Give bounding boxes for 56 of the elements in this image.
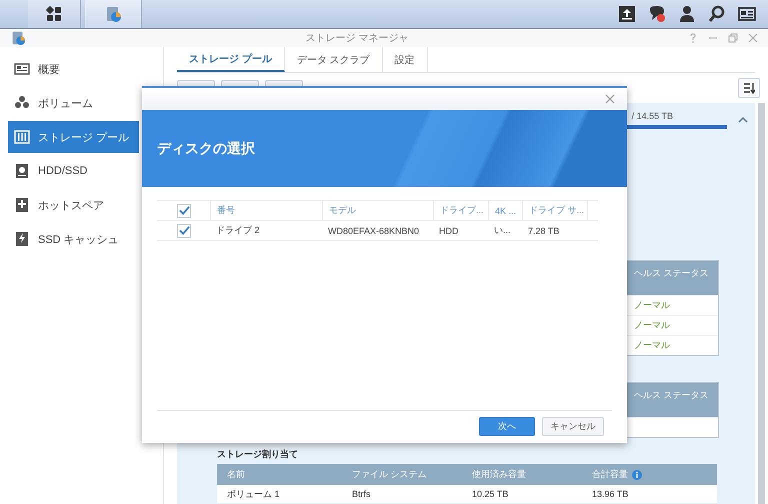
chevron-up-icon[interactable]: [737, 115, 749, 125]
sidebar-item[interactable]: ストレージ プール: [8, 121, 139, 153]
chat-icon[interactable]: [648, 5, 666, 23]
table-cell-text: WD80EFAX-68KNBN0: [327, 226, 420, 236]
health-status: ノーマル: [634, 319, 671, 332]
checkbox[interactable]: [177, 224, 191, 238]
table-cell-text: HDD: [438, 226, 460, 236]
health-status: ノーマル: [634, 339, 671, 352]
window-title: ストレージ マネージャ: [306, 33, 408, 44]
sidebar-item[interactable]: 概要: [8, 53, 139, 85]
column-header: ヘルス ステータス: [634, 389, 710, 402]
apps-grid-icon: [45, 5, 63, 23]
app-icon: [10, 30, 26, 46]
dialog-title: ディスクの選択: [156, 140, 255, 158]
storage-app-icon: [104, 5, 122, 23]
sort-icon: [743, 82, 755, 94]
scrollbar[interactable]: [758, 103, 765, 504]
table-cell-text: ドライブ 2: [215, 224, 261, 237]
table-cell-text: ボリューム 1: [226, 488, 281, 500]
search-icon[interactable]: [708, 5, 726, 23]
table-cell-text: 13.96 TB: [591, 489, 630, 499]
cluster-icon: [14, 95, 30, 111]
checkbox[interactable]: [177, 204, 191, 218]
sidebar-item[interactable]: SSD キャッシュ: [8, 223, 139, 255]
section-title: ストレージ割り当て: [217, 448, 299, 461]
table-cell-text: い...: [493, 224, 512, 237]
column-header: 使用済み容量: [471, 468, 527, 481]
sidebar-item[interactable]: ホットスペア: [8, 189, 139, 221]
close-icon[interactable]: [605, 94, 615, 104]
help-icon[interactable]: [688, 33, 698, 43]
cancel-button[interactable]: キャンセル: [542, 417, 604, 436]
overview-icon: [14, 61, 30, 77]
storage-pool-icon: [14, 129, 30, 145]
health-status: ノーマル: [634, 299, 671, 312]
column-header: 名前: [226, 468, 246, 481]
user-icon[interactable]: [678, 5, 696, 23]
column-header: ヘルス ステータス: [634, 267, 710, 280]
capacity-text: / 14.55 TB: [632, 111, 673, 121]
tab[interactable]: 設定: [382, 47, 428, 72]
table-cell-text: Btrfs: [351, 489, 372, 499]
restore-icon[interactable]: [728, 33, 738, 43]
sidebar-item[interactable]: ボリューム: [8, 87, 139, 119]
next-button[interactable]: 次へ: [479, 417, 535, 436]
sort-button[interactable]: [738, 78, 760, 98]
card-icon[interactable]: [738, 5, 756, 23]
table-cell-text: 7.28 TB: [527, 226, 560, 236]
upload-icon[interactable]: [618, 5, 636, 23]
column-header: ファイル システム: [351, 468, 428, 481]
info-icon[interactable]: [632, 470, 642, 480]
sidebar-item[interactable]: HDD/SSD: [8, 155, 139, 187]
main-menu-button[interactable]: [28, 0, 81, 28]
table-cell-text: 10.25 TB: [471, 489, 510, 499]
tab[interactable]: データ スクラブ: [284, 47, 383, 72]
column-header: 合計容量: [582, 468, 717, 481]
tab[interactable]: ストレージ プール: [177, 47, 285, 72]
close-icon[interactable]: [748, 33, 758, 43]
